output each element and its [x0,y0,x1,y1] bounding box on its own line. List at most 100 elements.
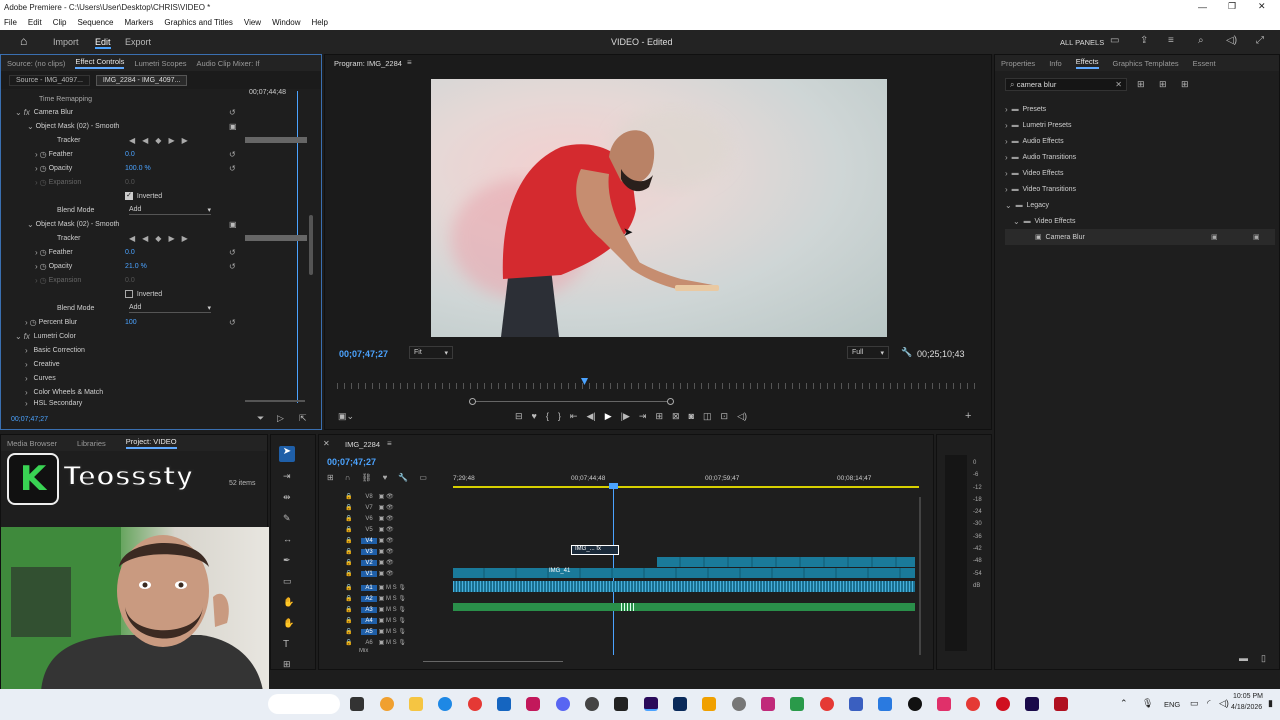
ripple-edit-icon[interactable]: ⇹ [283,492,291,503]
inverted-checkbox-checked[interactable]: ✓ [125,192,133,200]
store-icon[interactable] [497,697,511,711]
app-icon[interactable] [849,697,863,711]
blend-mode-select[interactable]: Add ▾ [129,206,211,215]
copilot-icon[interactable] [380,697,394,711]
blend-mode-select[interactable]: Add ▾ [129,304,211,313]
accelerated-effects-icon[interactable]: ⊞ [1137,79,1145,90]
tracker-controls-icon[interactable]: ◀◀◆▶▶ [129,234,195,243]
nest-icon[interactable]: ⊞ [327,473,334,482]
menu-sequence[interactable]: Sequence [77,18,113,27]
row-inverted-1[interactable]: ✓ Inverted [1,189,241,203]
timeline-vscroll[interactable] [919,497,921,655]
edge-icon[interactable] [438,697,452,711]
quality-select[interactable]: Full ▾ [847,346,889,359]
tab-libraries[interactable]: Libraries [77,439,106,448]
lock-icon[interactable]: 🔒 [319,639,352,646]
tree-legacy[interactable]: ⌄ ▬ Legacy [1005,197,1275,213]
notification-icon[interactable]: ▮ [1268,698,1273,709]
lock-icon[interactable]: 🔒 [319,584,352,591]
step-forward-icon[interactable]: |▶ [621,411,630,422]
tab-lumetri-scopes[interactable]: Lumetri Scopes [134,59,186,68]
tree-legacy-video-effects[interactable]: ⌄ ▬ Video Effects [1005,213,1275,229]
volume-icon[interactable]: ◁) [1219,698,1229,709]
clear-search-icon[interactable]: ✕ [1115,80,1122,89]
row-percent-blur[interactable]: › ◷ Percent Blur 100 ↺ [1,315,241,329]
yuv-effects-icon[interactable]: ⊞ [1181,79,1189,90]
mark-in-icon[interactable]: { [546,411,549,422]
marker-icon[interactable]: ♥ [532,411,537,422]
tree-audio-effects[interactable]: › ▬ Audio Effects [1005,133,1275,149]
task-view-icon[interactable] [350,697,364,711]
program-zoom-bar[interactable] [473,401,673,402]
captions-icon[interactable]: ▭ [419,473,427,482]
rectangle-icon[interactable]: ▭ [283,576,292,587]
reset-icon[interactable]: ↺ [229,262,236,271]
microphone-icon[interactable]: 🎙 [1142,698,1153,709]
compare-icon[interactable]: ◫ [703,411,712,422]
pen-icon[interactable]: ✒ [283,555,291,566]
program-timecode[interactable]: 00;07;47;27 [339,349,388,359]
32bit-effects-icon[interactable]: ⊞ [1159,79,1167,90]
tab-info[interactable]: Info [1049,59,1062,68]
type-tool-icon[interactable]: T [283,639,289,650]
percent-blur-value[interactable]: 100 [125,319,137,326]
home-icon[interactable]: ⌂ [20,34,27,48]
panel-menu-icon[interactable]: ≡ [407,58,412,67]
tree-presets[interactable]: › ▬ Presets [1005,101,1275,117]
tab-graphics-templates[interactable]: Graphics Templates [1113,59,1179,68]
play-icon[interactable]: ▶ [605,411,612,422]
row-opacity-1[interactable]: › ◷ Opacity 100.0 % ↺ [1,161,241,175]
chevron-up-icon[interactable]: ⌃ [1120,698,1128,709]
row-feather-2[interactable]: › ◷ Feather 0.0 ↺ [1,245,241,259]
zoom-fit-select[interactable]: Fit ▾ [409,346,453,359]
lock-icon[interactable]: 🔒 [319,504,352,511]
app-icon[interactable] [878,697,892,711]
insert-icon[interactable]: ⊞ [655,411,663,422]
tab-project-video[interactable]: Project: VIDEO [125,437,177,449]
menu-view[interactable]: View [244,18,261,27]
clip-v3[interactable]: IMG_... fx [571,545,619,555]
ec-scrollbar[interactable] [309,215,313,275]
app-icon[interactable] [790,697,804,711]
opacity-value[interactable]: 21.0 % [125,263,147,270]
video-frame[interactable]: ➤ [431,79,887,337]
row-basic-correction[interactable]: › Basic Correction [1,343,241,357]
acrobat-icon[interactable] [1054,697,1068,711]
lock-icon[interactable]: 🔒 [319,559,352,566]
feather-value[interactable]: 0.0 [125,249,135,256]
sequence-tab[interactable]: IMG_2284 [345,440,380,449]
razor-icon[interactable]: ✎ [283,513,291,524]
tracker-controls-icon[interactable]: ◀◀◆▶▶ [129,136,195,145]
snip-icon[interactable] [761,697,775,711]
tree-lumetri-presets[interactable]: › ▬ Lumetri Presets [1005,117,1275,133]
stopwatch-icon[interactable]: ◷ [40,164,47,173]
stopwatch-icon[interactable]: ◷ [40,248,47,257]
sequence-clip-tab[interactable]: IMG_2284 - IMG_4097... [95,74,188,86]
lift-icon[interactable]: ⊟ [515,411,523,422]
work-area-bar[interactable] [453,486,919,488]
overwrite-icon[interactable]: ⊠ [672,411,680,422]
feather-value[interactable]: 0.0 [125,151,135,158]
effects-search[interactable]: ⌕ camera blur ✕ [1005,78,1127,91]
tab-properties[interactable]: Properties [1001,59,1035,68]
lock-icon[interactable]: 🔒 [319,570,352,577]
row-hsl-secondary[interactable]: › HSL Secondary [1,399,241,407]
filter-icon[interactable]: ⏷ [257,413,264,424]
lock-icon[interactable]: 🔒 [319,537,352,544]
tree-camera-blur[interactable]: ▣ Camera Blur ▣ ▣ [1005,229,1275,245]
mask-icon[interactable]: ▣ [229,220,237,229]
clip-v1[interactable]: IMG_41 [453,568,915,578]
lock-icon[interactable]: 🔒 [319,595,352,602]
tab-source[interactable]: Source: (no clips) [7,59,65,68]
tab-audio-clip-mixer[interactable]: Audio Clip Mixer: If [197,59,260,68]
row-time-remap[interactable]: Time Remapping [1,93,241,105]
opera-icon[interactable] [996,697,1010,711]
menu-file[interactable]: File [4,18,17,27]
lock-icon[interactable]: 🔒 [319,628,352,635]
share-icon[interactable]: ⇪ [1140,35,1148,46]
export-tab[interactable]: Export [125,37,151,47]
row-feather-1[interactable]: › ◷ Feather 0.0 ↺ [1,147,241,161]
program-ruler[interactable] [337,383,981,389]
all-panels-button[interactable]: ALL PANELS [1060,38,1104,47]
collapse-icon[interactable]: ⌄ [15,108,22,117]
